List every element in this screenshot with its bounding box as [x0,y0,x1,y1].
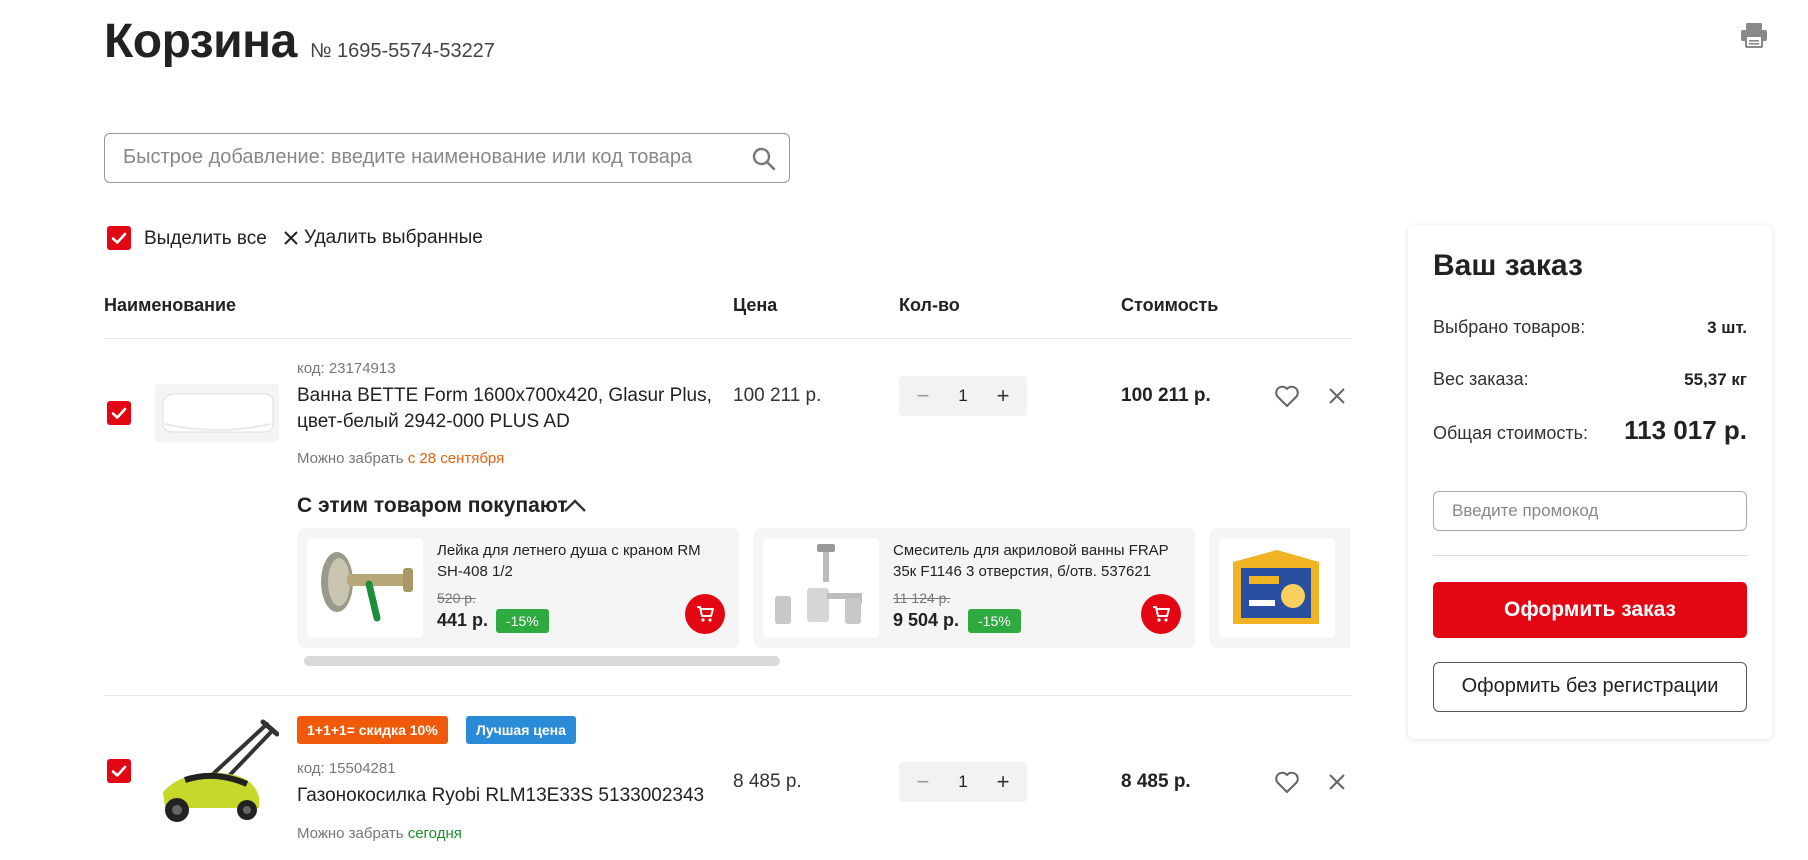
quick-add-input[interactable] [123,134,723,181]
printer-icon[interactable] [1740,22,1768,48]
best-price-badge: Лучшая цена [466,716,576,744]
column-header-name: Наименование [104,295,237,315]
cart-icon [697,606,714,622]
summary-weight-row: Вес заказа: 55,37 кг [1433,369,1747,390]
items-count-label: Выбрано товаров: [1433,317,1586,337]
item-cost: 100 211 р. [1121,385,1211,406]
quantity-value[interactable]: 1 [958,772,967,792]
total-label: Общая стоимость: [1433,423,1588,443]
decrease-qty-button[interactable]: − [913,771,933,793]
discount-badge: -15% [496,609,549,633]
quantity-stepper: − 1 + [899,762,1027,802]
quick-add-search [104,133,790,183]
delete-selected-label: Удалить выбранные [304,227,483,248]
cart-icon [1153,606,1170,622]
also-bought-carousel: Лейка для летнего душа с краном RM SH-40… [297,528,1350,648]
product-image-lawnmower[interactable] [155,718,279,826]
order-summary-panel: Ваш заказ Выбрано товаров: 3 шт. Вес зак… [1408,225,1772,739]
summary-items-row: Выбрано товаров: 3 шт. [1433,317,1747,338]
carousel-scrollbar[interactable] [304,656,780,666]
chevron-up-icon[interactable] [562,496,588,516]
old-price: 520 р. [437,590,476,606]
checkout-button[interactable]: Оформить заказ [1433,582,1747,638]
promo-badge: 1+1+1= скидка 10% [297,716,448,744]
pickup-info: Можно забрать сегодня [297,825,462,842]
item-price: 100 211 р. [733,385,822,406]
remove-item-icon[interactable] [1323,768,1351,796]
guest-checkout-button[interactable]: Оформить без регистрации [1433,662,1747,712]
pickup-date: с 28 сентября [407,450,505,467]
item-code: код: 23174913 [297,360,396,377]
pickup-info: Можно забрать с 28 сентября [297,450,505,467]
recommendation-price: 441 р. [437,610,489,630]
header-divider [104,338,1352,339]
quantity-stepper: − 1 + [899,376,1027,416]
recommendation-name: Смеситель для акриловой ванны FRAP 35к F… [893,542,1169,580]
summary-divider [1433,555,1747,556]
remove-item-icon[interactable] [1323,382,1351,410]
summary-total-row: Общая стоимость: 113 017 р. [1433,415,1747,446]
add-to-cart-button[interactable] [685,594,725,634]
pickup-date: сегодня [407,825,462,842]
items-count-value: 3 шт. [1707,318,1747,337]
promo-code-field [1433,491,1747,531]
page-title: Корзина [104,15,297,68]
recommendation-card[interactable]: Смеситель для акриловой ванны FRAP 35к F… [753,528,1195,648]
decrease-qty-button[interactable]: − [913,385,933,407]
weight-label: Вес заказа: [1433,369,1529,389]
old-price: 11 124 р. [893,590,951,606]
select-all-checkbox[interactable] [107,226,131,250]
weight-value: 55,37 кг [1684,370,1747,389]
add-to-cart-button[interactable] [1141,594,1181,634]
quantity-value[interactable]: 1 [958,386,967,406]
summary-title: Ваш заказ [1433,249,1583,282]
recommendation-price: 9 504 р. [893,610,960,630]
column-header-cost: Стоимость [1121,295,1219,315]
column-header-price: Цена [733,295,778,315]
also-bought-title: С этим товаром покупают [297,494,568,517]
column-header-qty: Кол-во [899,295,960,315]
product-image-box [1219,538,1335,638]
item-code: код: 15504281 [297,760,396,777]
item-name[interactable]: Ванна BETTE Form 1600х700х420, Glasur Pl… [297,383,717,435]
favorite-heart-icon[interactable] [1273,382,1301,410]
recommendation-card[interactable]: Лейка для летнего душа с краном RM SH-40… [297,528,739,648]
recommendation-name: Лейка для летнего душа с краном RM SH-40… [437,542,701,580]
close-icon [284,231,298,245]
delete-selected-button[interactable]: Удалить выбранные [284,227,483,249]
recommendation-card[interactable] [1209,528,1350,648]
item-checkbox[interactable] [107,759,131,783]
item-checkbox[interactable] [107,401,131,425]
promo-code-input[interactable] [1434,492,1746,530]
increase-qty-button[interactable]: + [993,385,1013,407]
product-image-mixer [763,538,879,638]
select-all-label[interactable]: Выделить все [144,228,267,250]
order-number: № 1695-5574-53227 [310,40,495,62]
item-divider [104,695,1352,696]
item-cost: 8 485 р. [1121,771,1191,792]
product-image-bathtub[interactable] [155,384,279,442]
product-image-shower-head [307,538,423,638]
discount-badge: -15% [968,609,1021,633]
total-value: 113 017 р. [1624,415,1747,445]
item-price: 8 485 р. [733,771,802,792]
search-icon[interactable] [751,146,777,172]
favorite-heart-icon[interactable] [1273,768,1301,796]
increase-qty-button[interactable]: + [993,771,1013,793]
item-name[interactable]: Газонокосилка Ryobi RLM13E33S 5133002343 [297,783,717,809]
